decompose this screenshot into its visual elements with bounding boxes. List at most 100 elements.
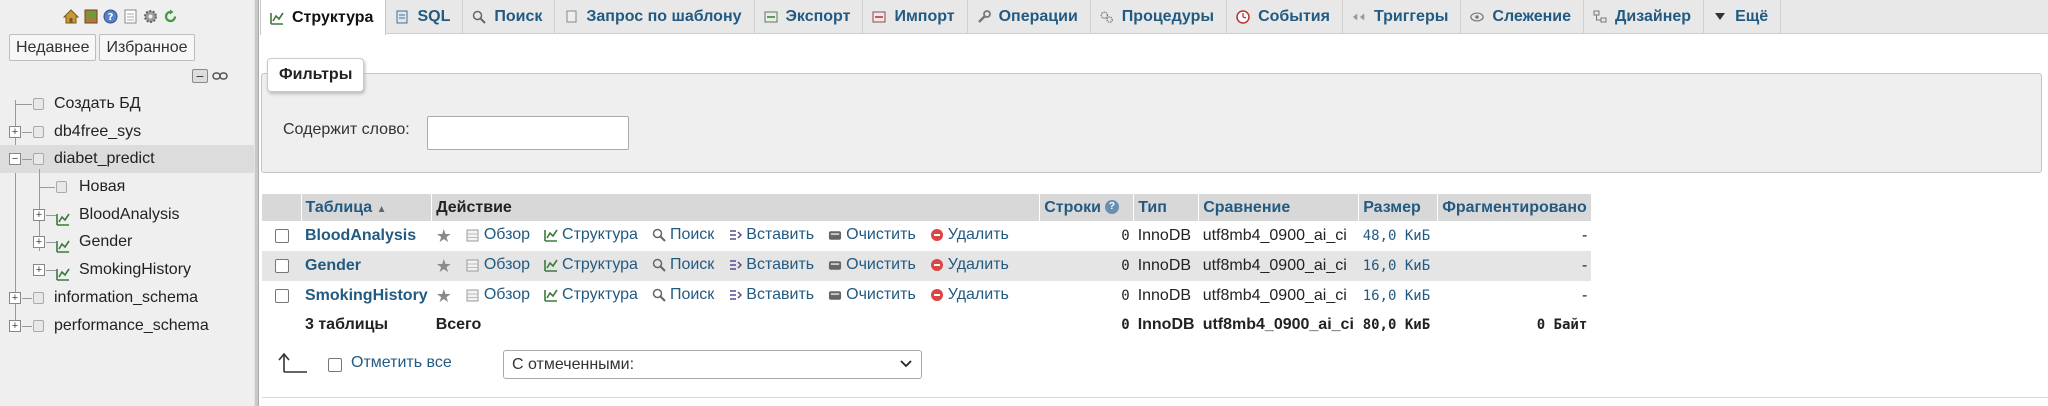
header-collation[interactable]: Сравнение <box>1198 194 1360 221</box>
help-icon[interactable]: ? <box>102 8 119 25</box>
table-name-cell[interactable]: SmokingHistory <box>301 281 432 311</box>
tab-query[interactable]: Запрос по шаблону <box>555 0 755 33</box>
tree-item-table-gender[interactable]: + Gender <box>0 228 254 256</box>
tree-item-table-bloodanalysis[interactable]: + BloodAnalysis <box>0 201 254 229</box>
expand-icon[interactable]: + <box>33 208 45 221</box>
table-name-link[interactable]: SmokingHistory <box>305 287 428 304</box>
tab-import[interactable]: Импорт <box>863 0 968 33</box>
drop-button[interactable]: Удалить <box>930 286 1009 304</box>
header-table[interactable]: Таблица ▲ <box>301 194 433 221</box>
tree-item-create-db[interactable]: Создать БД <box>0 90 254 118</box>
tree-item-label[interactable]: performance_schema <box>54 312 209 340</box>
row-checkbox[interactable] <box>274 288 289 303</box>
tree-item-label[interactable]: SmokingHistory <box>79 256 191 284</box>
size-value[interactable]: 48,0 КиБ <box>1358 221 1438 251</box>
link-with-main-button[interactable] <box>212 69 228 83</box>
tree-item-new-table[interactable]: Новая <box>0 173 254 201</box>
tab-export[interactable]: Экспорт <box>755 0 864 33</box>
search-button[interactable]: Поиск <box>652 256 714 274</box>
expand-icon[interactable]: + <box>33 264 45 277</box>
tab-routines[interactable]: Процедуры <box>1091 0 1228 33</box>
structure-button[interactable]: Структура <box>544 226 638 244</box>
browse-button[interactable]: Обзор <box>466 256 530 274</box>
tab-search[interactable]: Поиск <box>463 0 556 33</box>
drop-button[interactable]: Удалить <box>930 226 1009 244</box>
tree-item-label[interactable]: Создать БД <box>54 90 141 118</box>
insert-button[interactable]: Вставить <box>728 256 814 274</box>
logout-icon[interactable] <box>82 8 99 25</box>
tree-item-performance-schema[interactable]: + performance_schema <box>0 312 254 340</box>
insert-button[interactable]: Вставить <box>728 226 814 244</box>
check-all-label[interactable]: Отметить все <box>351 354 452 372</box>
search-button[interactable]: Поиск <box>652 286 714 304</box>
empty-button[interactable]: Очистить <box>828 256 916 274</box>
expand-icon[interactable]: + <box>33 236 45 249</box>
header-rows[interactable]: Строки? <box>1039 194 1135 221</box>
with-selected-select[interactable]: С отмеченными: <box>503 350 922 379</box>
structure-button[interactable]: Структура <box>544 256 638 274</box>
table-name-cell[interactable]: BloodAnalysis <box>301 221 432 251</box>
tree-item-label[interactable]: Новая <box>79 173 125 201</box>
check-all-checkbox[interactable] <box>328 358 342 372</box>
drop-button[interactable]: Удалить <box>930 256 1009 274</box>
collapse-all-button[interactable]: − <box>192 69 208 83</box>
tab-structure[interactable]: Структура <box>260 0 387 35</box>
favorite-star-icon[interactable]: ★ <box>436 256 452 276</box>
tab-more[interactable]: Ещё <box>1704 0 1782 33</box>
table-row[interactable]: SmokingHistory ★ Обзор Структура Поиск Встав… <box>262 281 1592 311</box>
tab-triggers[interactable]: Триггеры <box>1343 0 1462 33</box>
empty-button[interactable]: Очистить <box>828 286 916 304</box>
tree-item-label[interactable]: Gender <box>79 228 132 256</box>
docs-icon[interactable] <box>122 8 139 25</box>
size-value[interactable]: 16,0 КиБ <box>1358 281 1438 311</box>
expand-icon[interactable]: + <box>9 125 21 138</box>
tab-designer[interactable]: Дизайнер <box>1584 0 1705 33</box>
home-icon[interactable] <box>62 8 79 25</box>
tree-item-label[interactable]: db4free_sys <box>54 118 141 146</box>
tree-item-label[interactable]: diabet_predict <box>54 145 155 173</box>
action-label: Поиск <box>669 285 715 303</box>
expand-icon[interactable]: + <box>9 319 21 332</box>
header-type[interactable]: Тип <box>1133 194 1200 221</box>
table-name-link[interactable]: BloodAnalysis <box>305 227 416 244</box>
sidebar-resizer[interactable] <box>254 0 259 406</box>
browse-button[interactable]: Обзор <box>466 286 530 304</box>
drop-icon <box>930 228 944 242</box>
favorite-tables-button[interactable]: Избранное <box>99 34 195 61</box>
tree-item-db4free-sys[interactable]: + db4free_sys <box>0 118 254 146</box>
insert-button[interactable]: Вставить <box>728 286 814 304</box>
header-label: Таблица <box>305 198 373 216</box>
row-checkbox[interactable] <box>274 258 289 273</box>
empty-button[interactable]: Очистить <box>828 226 916 244</box>
reload-icon[interactable] <box>162 8 179 25</box>
search-button[interactable]: Поиск <box>652 226 714 244</box>
expand-icon[interactable]: + <box>9 291 21 304</box>
collapse-icon[interactable]: − <box>9 153 21 166</box>
row-checkbox[interactable] <box>274 228 289 243</box>
tab-sql[interactable]: SQL <box>386 0 464 33</box>
browse-button[interactable]: Обзор <box>466 226 530 244</box>
tree-item-information-schema[interactable]: + information_schema <box>0 284 254 312</box>
table-name-link[interactable]: Gender <box>305 257 361 274</box>
settings-icon[interactable] <box>142 8 159 25</box>
structure-button[interactable]: Структура <box>544 286 638 304</box>
table-row[interactable]: BloodAnalysis ★ Обзор Структура Поиск Встави… <box>262 221 1592 251</box>
table-row[interactable]: Gender ★ Обзор Структура Поиск Вставить Очист… <box>262 251 1592 281</box>
help-icon[interactable]: ? <box>1104 200 1119 215</box>
tab-events[interactable]: События <box>1227 0 1343 33</box>
drop-icon <box>930 288 944 302</box>
tree-item-label[interactable]: information_schema <box>54 284 198 312</box>
table-name-cell[interactable]: Gender <box>301 251 432 281</box>
header-size[interactable]: Размер <box>1358 194 1439 221</box>
size-value[interactable]: 16,0 КиБ <box>1358 251 1438 281</box>
favorite-star-icon[interactable]: ★ <box>436 226 452 246</box>
tree-item-label[interactable]: BloodAnalysis <box>79 201 180 229</box>
header-overhead[interactable]: Фрагментировано <box>1437 194 1592 221</box>
tab-tracking[interactable]: Слежение <box>1461 0 1585 33</box>
tab-operations[interactable]: Операции <box>968 0 1091 33</box>
filter-text-input[interactable] <box>427 116 629 150</box>
tree-item-table-smokinghistory[interactable]: + SmokingHistory <box>0 256 254 284</box>
recent-tables-button[interactable]: Недавнее <box>9 34 97 61</box>
structure-icon <box>544 258 558 272</box>
favorite-star-icon[interactable]: ★ <box>436 286 452 306</box>
